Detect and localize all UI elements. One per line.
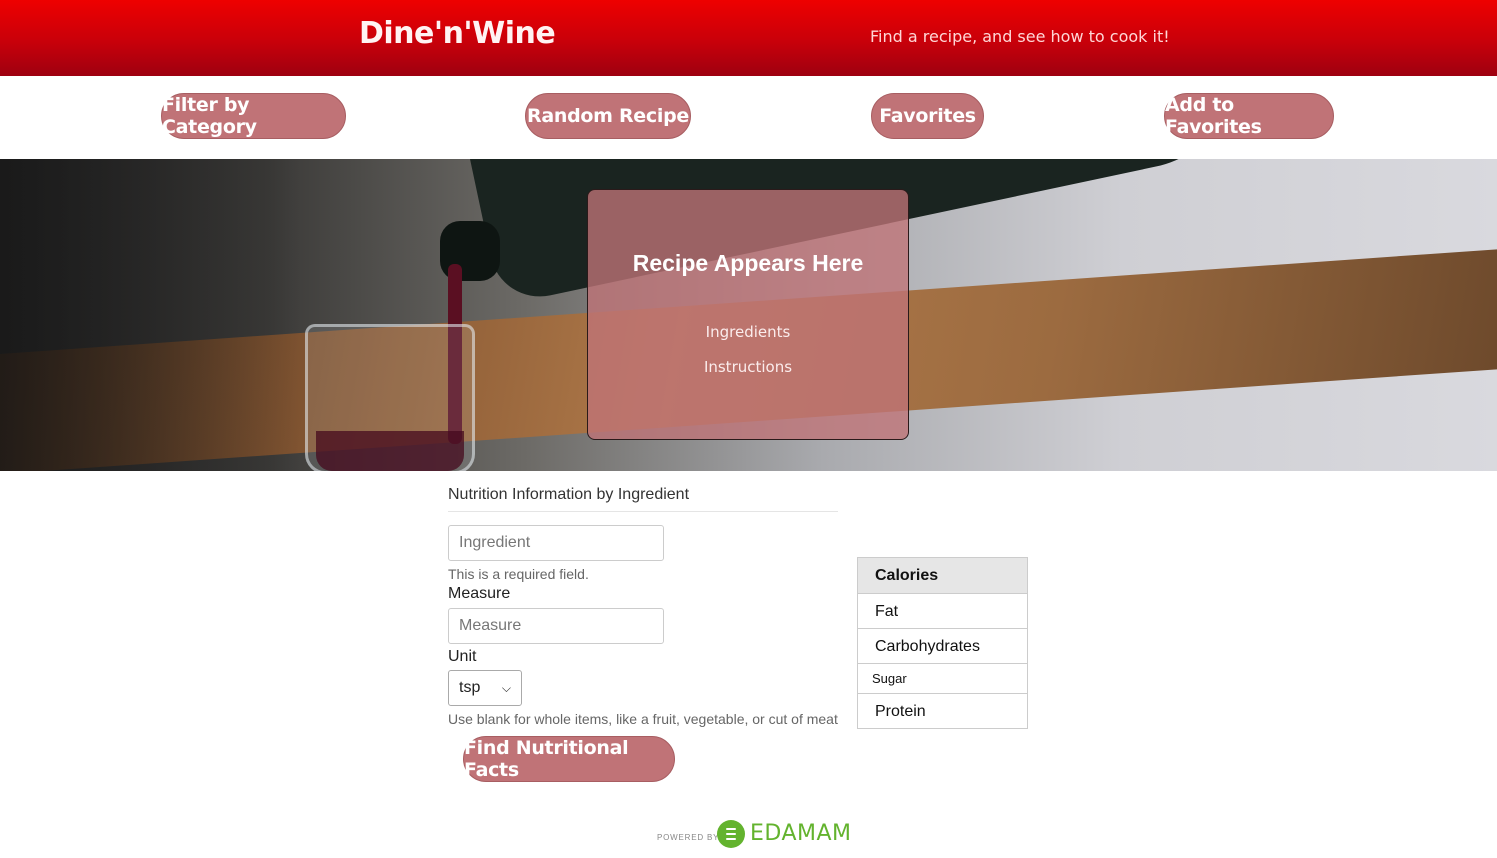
nutrition-row-sugar: Sugar xyxy=(858,663,1027,693)
hero-wine-in-glass-image xyxy=(316,431,464,471)
ingredient-required-help: This is a required field. xyxy=(448,566,589,582)
filter-by-category-button[interactable]: Filter by Category xyxy=(161,93,346,139)
find-nutritional-facts-button[interactable]: Find Nutritional Facts xyxy=(463,736,675,782)
brand-logo-text[interactable]: Dine'n'Wine xyxy=(359,16,556,51)
edamam-logo-icon[interactable] xyxy=(717,820,745,848)
hero-shadow xyxy=(0,159,300,471)
recipe-card: Recipe Appears Here Ingredients Instruct… xyxy=(587,189,909,440)
nutrition-row-protein: Protein xyxy=(858,693,1027,728)
measure-label: Measure xyxy=(448,585,511,602)
nutrition-table: Calories Fat Carbohydrates Sugar Protein xyxy=(857,557,1028,729)
unit-select-value: tsp xyxy=(459,679,481,696)
hero-banner: Recipe Appears Here Ingredients Instruct… xyxy=(0,159,1497,471)
measure-input[interactable]: Measure xyxy=(448,608,664,644)
recipe-instructions-label: Instructions xyxy=(703,358,793,376)
nutrition-section-title: Nutrition Information by Ingredient xyxy=(448,486,838,512)
powered-by-label: POWERED BY xyxy=(657,833,720,842)
chevron-down-icon: ⌵ xyxy=(501,680,511,695)
unit-label: Unit xyxy=(448,648,477,665)
add-to-favorites-button[interactable]: Add to Favorites xyxy=(1164,93,1334,139)
nutrition-row-calories: Calories xyxy=(858,558,1027,593)
unit-select[interactable]: tsp ⌵ xyxy=(448,670,522,706)
ingredient-input[interactable]: Ingredient xyxy=(448,525,664,561)
site-header: Dine'n'Wine Find a recipe, and see how t… xyxy=(0,0,1497,76)
favorites-button[interactable]: Favorites xyxy=(871,93,984,139)
nutrition-row-carbohydrates: Carbohydrates xyxy=(858,628,1027,663)
header-tagline: Find a recipe, and see how to cook it! xyxy=(870,27,1170,46)
recipe-ingredients-label: Ingredients xyxy=(705,323,791,341)
recipe-title: Recipe Appears Here xyxy=(632,250,864,276)
main-nav: Filter by Category Random Recipe Favorit… xyxy=(0,76,1497,159)
unit-help: Use blank for whole items, like a fruit,… xyxy=(448,711,838,727)
edamam-brand-text[interactable]: EDAMAM xyxy=(750,821,852,846)
nutrition-row-fat: Fat xyxy=(858,593,1027,628)
random-recipe-button[interactable]: Random Recipe xyxy=(525,93,691,139)
